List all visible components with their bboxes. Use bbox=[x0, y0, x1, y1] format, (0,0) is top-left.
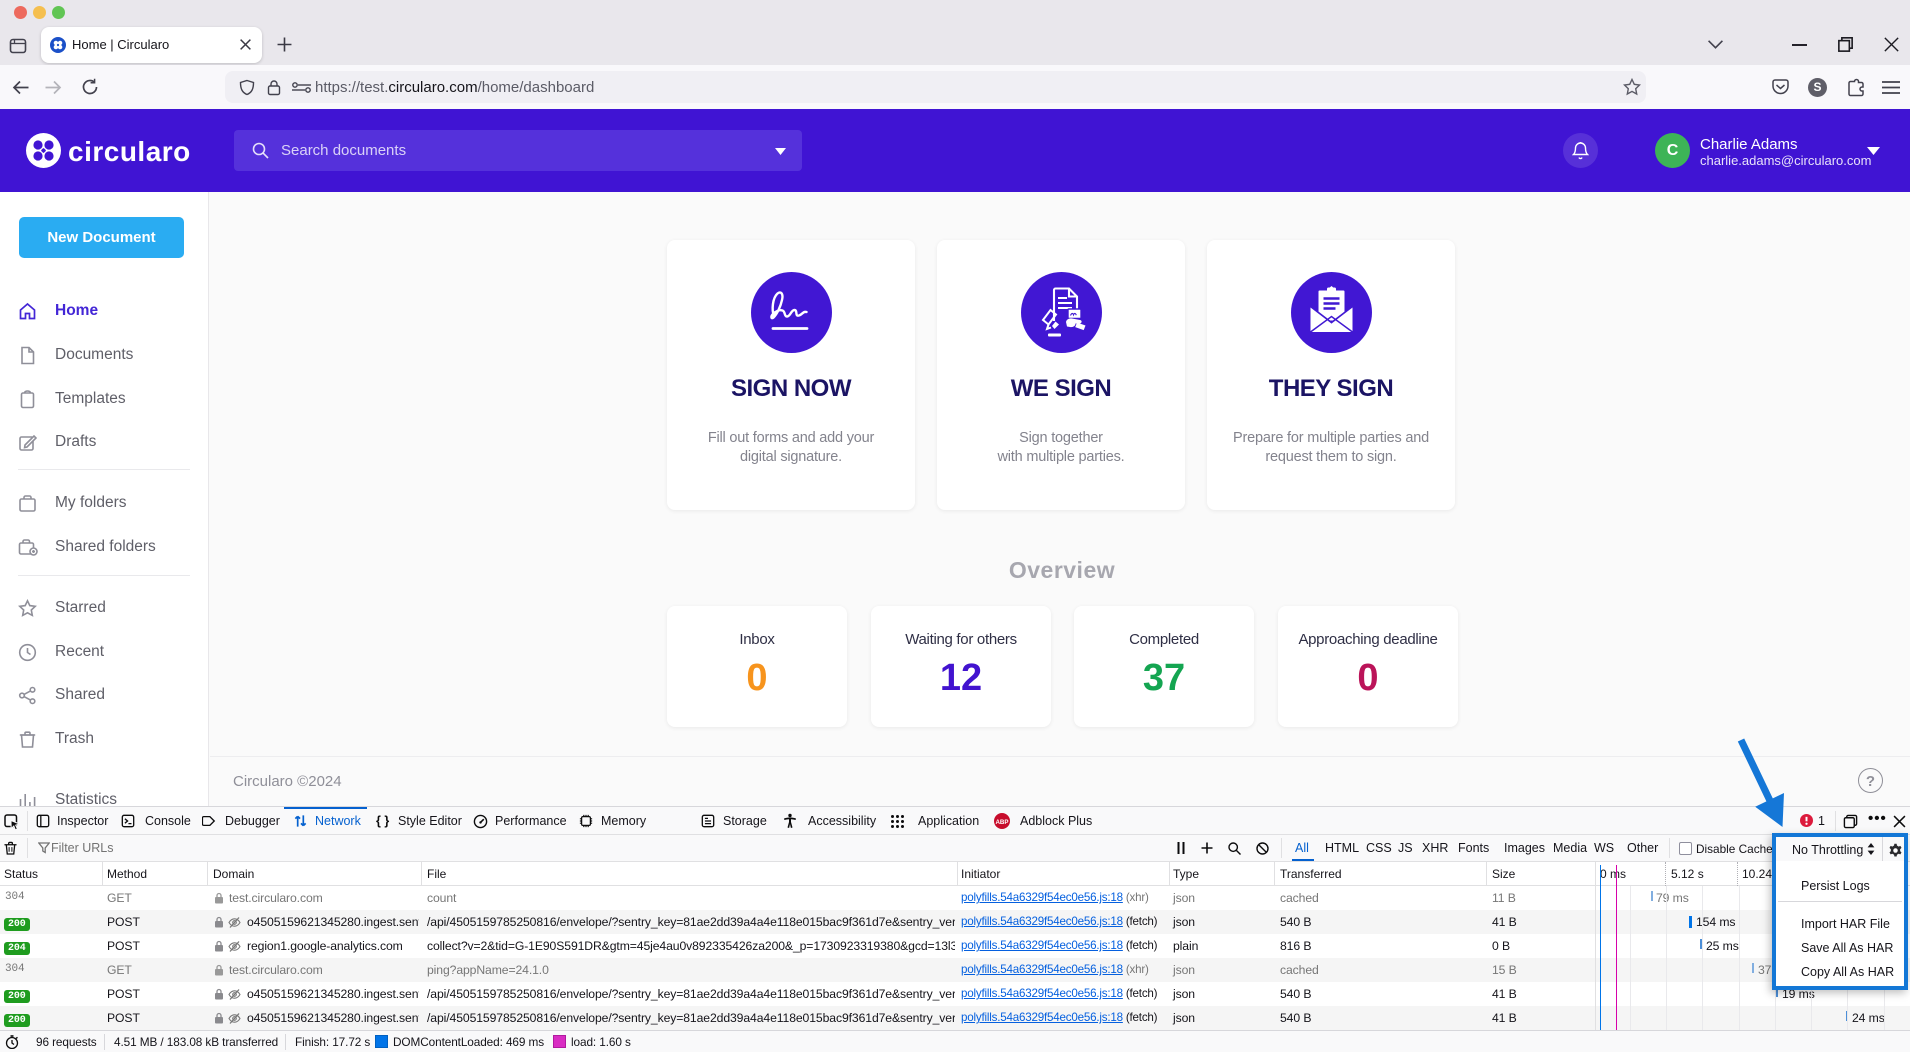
svg-text:ABP: ABP bbox=[995, 819, 1008, 826]
